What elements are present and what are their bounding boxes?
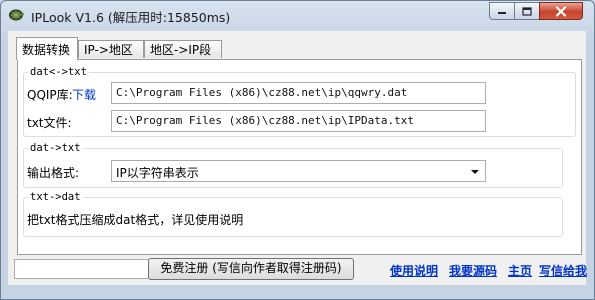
email-author-link[interactable]: 写信给我: [539, 262, 587, 279]
source-code-link[interactable]: 我要源码: [449, 262, 497, 279]
homepage-link[interactable]: 主页: [508, 262, 532, 279]
dat-txt-group: dat<->txt QQIP库: 下载 C:\Program Files (x8…: [23, 65, 576, 137]
tab-label: IP->地区: [84, 43, 133, 57]
output-format-select[interactable]: IP以字符串表示: [111, 160, 486, 182]
tab-region-to-ip[interactable]: 地区->IP段: [144, 40, 222, 58]
dropdown-arrow-icon: [471, 170, 479, 174]
maximize-icon: [522, 6, 532, 16]
status-bar: 免费注册 (写信向作者取得注册码) 使用说明 我要源码 主页 写信给我: [8, 257, 587, 285]
app-window: IPLook V1.6 (解压用时:15850ms) 数据转换 IP->地区 地…: [0, 0, 595, 300]
close-icon: [555, 5, 567, 17]
selected-format: IP以字符串表示: [116, 166, 199, 180]
tab-panel: dat<->txt QQIP库: 下载 C:\Program Files (x8…: [17, 59, 582, 255]
register-button[interactable]: 免费注册 (写信向作者取得注册码): [148, 258, 354, 280]
tortoise-icon: [9, 9, 24, 21]
group-title: txt->dat: [28, 190, 83, 204]
txt-path-input[interactable]: C:\Program Files (x86)\cz88.net\ip\IPDat…: [111, 110, 486, 132]
window-title: IPLook V1.6 (解压用时:15850ms): [31, 10, 231, 25]
minimize-button[interactable]: [489, 2, 515, 20]
tab-data-convert[interactable]: 数据转换: [16, 37, 78, 60]
title-bar[interactable]: IPLook V1.6 (解压用时:15850ms): [1, 1, 594, 29]
status-text-field: [14, 259, 150, 279]
qqip-path-input[interactable]: C:\Program Files (x86)\cz88.net\ip\qqwry…: [111, 82, 486, 104]
client-area: 数据转换 IP->地区 地区->IP段 dat<->txt QQIP库: 下载 …: [8, 31, 587, 285]
tab-label: 数据转换: [22, 42, 71, 57]
group-title: dat<->txt: [28, 65, 89, 79]
tab-ip-to-region[interactable]: IP->地区: [78, 40, 144, 58]
download-link[interactable]: 下载: [72, 86, 96, 103]
minimize-icon: [498, 12, 506, 14]
txt-file-label: txt文件:: [27, 116, 72, 130]
txt-to-dat-description: 把txt格式压缩成dat格式，详见使用说明: [27, 213, 244, 227]
output-format-label: 输出格式:: [27, 166, 80, 180]
txt-to-dat-group: txt->dat 把txt格式压缩成dat格式，详见使用说明: [23, 190, 563, 237]
qqip-label: QQIP库:: [27, 88, 73, 102]
dat-to-txt-group: dat->txt 输出格式: IP以字符串表示: [23, 141, 563, 188]
maximize-button[interactable]: [514, 2, 540, 20]
close-button[interactable]: [539, 2, 583, 20]
group-title: dat->txt: [28, 141, 83, 155]
tab-label: 地区->IP段: [150, 43, 212, 57]
usage-guide-link[interactable]: 使用说明: [390, 262, 438, 279]
